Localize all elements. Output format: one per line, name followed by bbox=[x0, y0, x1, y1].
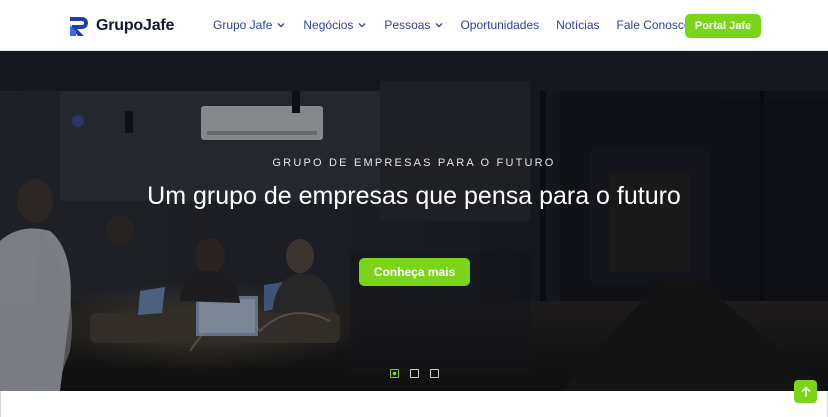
main-nav: Grupo Jafe Negócios Pessoas Oportunidade… bbox=[213, 18, 691, 32]
hero-headline: Um grupo de empresas que pensa para o fu… bbox=[147, 182, 681, 210]
back-to-top-button[interactable] bbox=[794, 380, 817, 403]
chevron-down-icon bbox=[435, 23, 443, 28]
brand-name: GrupoJafe bbox=[96, 17, 175, 34]
nav-label: Negócios bbox=[303, 18, 354, 32]
nav-item-pessoas[interactable]: Pessoas bbox=[384, 18, 443, 32]
hero-eyebrow: GRUPO DE EMPRESAS PARA O FUTURO bbox=[272, 157, 556, 169]
nav-item-fale-conosco[interactable]: Fale Conosco bbox=[617, 18, 691, 32]
nav-item-negocios[interactable]: Negócios bbox=[303, 18, 366, 32]
site-header: GrupoJafe Grupo Jafe Negócios Pessoas Op… bbox=[0, 0, 828, 51]
nav-item-grupo-jafe[interactable]: Grupo Jafe bbox=[213, 18, 285, 32]
hero-overlay bbox=[0, 51, 828, 391]
slide-dot-3[interactable] bbox=[430, 369, 439, 378]
nav-item-noticias[interactable]: Notícias bbox=[556, 18, 599, 32]
slide-dot-2[interactable] bbox=[410, 369, 419, 378]
nav-item-oportunidades[interactable]: Oportunidades bbox=[460, 18, 539, 32]
chevron-down-icon bbox=[277, 23, 285, 28]
hero-slider: GRUPO DE EMPRESAS PARA O FUTURO Um grupo… bbox=[0, 51, 828, 391]
nav-label: Pessoas bbox=[384, 18, 431, 32]
nav-label: Oportunidades bbox=[460, 18, 540, 32]
conheca-mais-button[interactable]: Conheça mais bbox=[359, 258, 470, 286]
nav-label: Notícias bbox=[556, 18, 600, 32]
brand-logo[interactable]: GrupoJafe bbox=[68, 14, 174, 38]
portal-jafe-button[interactable]: Portal Jafe bbox=[685, 14, 761, 38]
grupojafe-logo-icon bbox=[70, 17, 88, 36]
arrow-up-icon bbox=[801, 386, 810, 397]
nav-label: Fale Conosco bbox=[616, 18, 691, 32]
nav-label: Grupo Jafe bbox=[213, 18, 273, 32]
slide-dot-1[interactable] bbox=[390, 369, 399, 378]
chevron-down-icon bbox=[358, 23, 366, 28]
slider-pagination bbox=[390, 369, 450, 378]
